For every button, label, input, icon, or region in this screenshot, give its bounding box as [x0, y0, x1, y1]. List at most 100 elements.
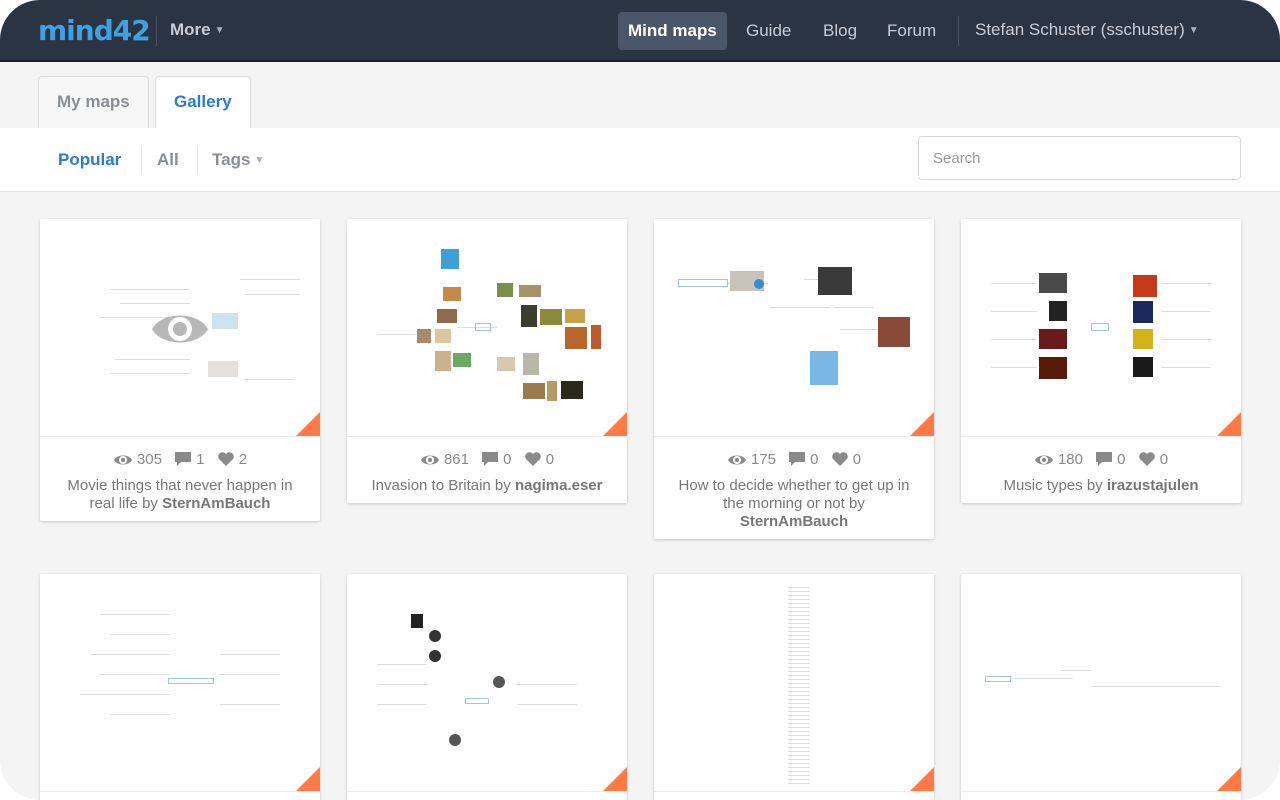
map-center-node: [168, 678, 214, 684]
more-label: More: [170, 20, 211, 39]
map-line: [1161, 367, 1211, 368]
card-title[interactable]: Invasion to Britain by nagima.eser: [347, 471, 627, 503]
nav-mind-maps[interactable]: Mind maps: [618, 12, 727, 50]
map-card[interactable]: [654, 574, 934, 800]
user-name: Stefan Schuster (sschuster): [975, 20, 1185, 39]
map-thumbnail[interactable]: [40, 574, 320, 792]
map-thumbnail[interactable]: [961, 219, 1241, 437]
map-thumb-image: [754, 279, 764, 289]
map-line: [110, 634, 170, 635]
nav-guide[interactable]: Guide: [736, 12, 801, 50]
map-line: [110, 289, 190, 290]
views-count: 175: [750, 451, 776, 468]
map-author[interactable]: nagima.eser: [515, 477, 603, 494]
map-thumb-image: [493, 676, 505, 688]
comments-stat: 0: [788, 451, 819, 468]
likes-count: 0: [852, 451, 862, 468]
map-thumb-image: [565, 327, 587, 349]
filter-popular[interactable]: Popular: [58, 150, 121, 170]
map-line: [991, 339, 1037, 340]
filter-tags-label: Tags: [212, 150, 251, 169]
map-line: [991, 283, 1037, 284]
search-input[interactable]: [918, 136, 1241, 180]
map-thumbnail[interactable]: [40, 219, 320, 437]
map-title: Invasion to Britain: [371, 477, 491, 494]
map-line: [770, 307, 830, 308]
map-card[interactable]: 180 0 0 Music types by irazustajulen: [961, 219, 1241, 503]
map-thumb-image: [411, 614, 423, 628]
map-author[interactable]: irazustajulen: [1107, 477, 1199, 494]
user-menu[interactable]: Stefan Schuster (sschuster) ▼: [975, 20, 1199, 40]
map-thumbnail[interactable]: [347, 574, 627, 792]
chevron-down-icon: ▼: [214, 25, 225, 36]
map-thumb-image: [435, 351, 451, 371]
comments-count: 0: [810, 451, 819, 468]
map-line: [1061, 670, 1091, 671]
map-line: [110, 373, 190, 374]
filter-divider: [197, 146, 198, 174]
map-thumb-image: [443, 287, 461, 301]
map-line: [1013, 678, 1073, 679]
card-title[interactable]: Movie things that never happen in real l…: [40, 471, 320, 521]
map-thumb-image: [417, 329, 431, 343]
map-thumbnail[interactable]: [347, 219, 627, 437]
map-thumbnail[interactable]: [654, 574, 934, 792]
map-card[interactable]: 861 0 0 Invasion to Britain by nagima.es…: [347, 219, 627, 503]
map-line: [115, 359, 190, 360]
card-stats: 180 0 0: [961, 451, 1241, 471]
map-line: [1161, 283, 1211, 284]
map-line: [120, 303, 190, 304]
map-title: How to decide whether to get up in the m…: [678, 477, 910, 512]
map-card[interactable]: [40, 574, 320, 800]
map-thumb-image: [878, 317, 910, 347]
likes-stat: 0: [831, 451, 861, 468]
tab-gallery[interactable]: Gallery: [155, 76, 251, 128]
nav-blog[interactable]: Blog: [813, 12, 867, 50]
map-thumb-image: [519, 285, 541, 297]
mind42-logo[interactable]: mind42: [38, 14, 151, 48]
corner-flag: [296, 412, 320, 436]
comments-stat: 1: [174, 451, 205, 468]
comment-icon: [1096, 452, 1113, 466]
map-thumb-image: [1133, 275, 1157, 297]
likes-stat: 0: [1138, 451, 1168, 468]
views-count: 861: [443, 451, 469, 468]
map-thumbnail[interactable]: [961, 574, 1241, 792]
map-author[interactable]: SternAmBauch: [162, 495, 270, 512]
by-label: by: [142, 495, 158, 512]
map-author[interactable]: SternAmBauch: [740, 513, 848, 530]
comment-icon: [482, 452, 499, 466]
filter-all[interactable]: All: [157, 150, 179, 170]
by-label: by: [849, 495, 865, 512]
comments-stat: 0: [481, 451, 512, 468]
map-thumbnail[interactable]: [654, 219, 934, 437]
map-line: [220, 674, 280, 675]
map-thumb-image: [818, 267, 852, 295]
views-stat: 861: [420, 451, 469, 468]
map-thumb-image: [591, 325, 601, 349]
filter-tags[interactable]: Tags ▼: [212, 150, 264, 170]
more-menu[interactable]: More ▼: [170, 20, 225, 40]
map-card[interactable]: [347, 574, 627, 800]
map-line: [834, 307, 874, 308]
card-title[interactable]: How to decide whether to get up in the m…: [654, 471, 934, 539]
map-line: [220, 654, 280, 655]
card-stats: 861 0 0: [347, 451, 627, 471]
card-title[interactable]: Music types by irazustajulen: [961, 471, 1241, 503]
map-card[interactable]: 175 0 0 How to decide whether to get up …: [654, 219, 934, 539]
eye-icon: [420, 455, 439, 465]
map-center-node: [678, 279, 728, 287]
map-card[interactable]: 305 1 2 Movie things that never happen i…: [40, 219, 320, 521]
eye-icon: [727, 455, 746, 465]
tab-my-maps[interactable]: My maps: [38, 76, 149, 128]
nav-forum[interactable]: Forum: [877, 12, 946, 50]
map-card[interactable]: [961, 574, 1241, 800]
map-line: [1091, 686, 1221, 687]
corner-flag: [603, 767, 627, 791]
corner-flag: [603, 412, 627, 436]
map-thumb-image: [1133, 357, 1153, 377]
map-line: [220, 704, 280, 705]
map-line: [90, 654, 170, 655]
by-label: by: [494, 477, 511, 494]
comments-count: 0: [503, 451, 512, 468]
